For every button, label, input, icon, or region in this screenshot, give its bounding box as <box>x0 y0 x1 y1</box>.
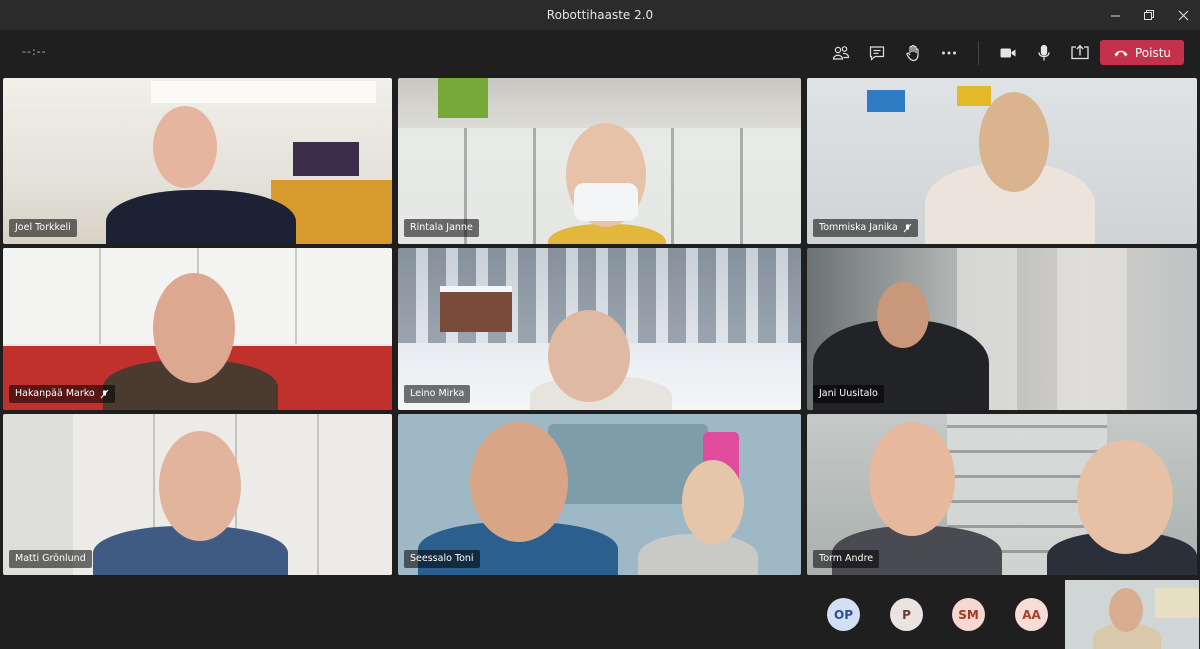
participant-avatar[interactable]: P <box>890 598 923 631</box>
participant-name-tag: Hakanpää Marko <box>9 385 115 403</box>
yellow-box <box>957 86 991 106</box>
video-tile[interactable]: Jani Uusitalo <box>807 248 1197 410</box>
window-title: Robottihaaste 2.0 <box>546 8 654 22</box>
video-tile[interactable]: Joel Torkkeli <box>3 78 392 244</box>
participants-icon[interactable] <box>826 40 856 66</box>
participant-name-tag: Seessalo Toni <box>404 550 480 568</box>
person-head <box>153 106 217 188</box>
title-bar: Robottihaaste 2.0 <box>0 0 1200 30</box>
wall-screen <box>293 142 359 176</box>
cabin <box>440 286 512 332</box>
microphone-icon[interactable] <box>1029 40 1059 66</box>
face-mask <box>574 183 638 221</box>
participant-name-tag: Tommiska Janika <box>813 219 918 237</box>
restore-icon[interactable] <box>1132 0 1166 30</box>
participant-name-tag: Rintala Janne <box>404 219 479 237</box>
hang-up-icon <box>1114 50 1128 56</box>
video-tile[interactable]: Tommiska Janika <box>807 78 1197 244</box>
person-head <box>979 92 1049 192</box>
meeting-controls <box>826 40 1095 66</box>
green-pillar <box>438 78 488 118</box>
person-head <box>1109 588 1143 632</box>
person-head <box>548 310 630 402</box>
video-tile[interactable]: Seessalo Toni <box>398 414 801 575</box>
person-head <box>470 422 568 542</box>
chat-icon[interactable] <box>862 40 892 66</box>
video-tile[interactable]: Rintala Janne <box>398 78 801 244</box>
person-head <box>682 460 744 544</box>
ceiling-light <box>151 81 376 103</box>
blue-box <box>867 90 905 112</box>
person-head <box>159 431 241 541</box>
camera-icon[interactable] <box>993 40 1023 66</box>
video-tile[interactable]: Hakanpää Marko <box>3 248 392 410</box>
person-head <box>1077 440 1173 554</box>
person-head <box>877 282 929 348</box>
person-head <box>153 273 235 383</box>
participant-avatar[interactable]: OP <box>827 598 860 631</box>
share-screen-icon[interactable] <box>1065 40 1095 66</box>
person-head <box>869 422 955 536</box>
minimize-icon[interactable] <box>1098 0 1132 30</box>
close-icon[interactable] <box>1166 0 1200 30</box>
person <box>106 190 296 244</box>
shelf <box>1155 588 1199 618</box>
leave-label: Poistu <box>1134 45 1172 60</box>
participant-name-tag: Torm Andre <box>813 550 880 568</box>
person <box>638 534 758 575</box>
muted-mic-icon <box>100 389 109 399</box>
leave-button[interactable]: Poistu <box>1100 40 1184 65</box>
meeting-timer: --:-- <box>22 45 47 58</box>
toolbar-divider <box>978 41 979 65</box>
participant-name-tag: Leino Mirka <box>404 385 471 403</box>
video-tile[interactable]: Matti Grönlund <box>3 414 392 575</box>
video-tile[interactable]: Leino Mirka <box>398 248 801 410</box>
more-icon[interactable] <box>934 40 964 66</box>
participant-name-tag: Joel Torkkeli <box>9 219 77 237</box>
participant-avatar[interactable]: SM <box>952 598 985 631</box>
self-video-preview[interactable] <box>1065 580 1199 649</box>
video-tile[interactable]: Torm Andre <box>807 414 1197 575</box>
participant-name-tag: Matti Grönlund <box>9 550 92 568</box>
meeting-toolbar: --:-- Poistu <box>0 30 1200 76</box>
window-controls <box>1098 0 1200 30</box>
raise-hand-icon[interactable] <box>898 40 928 66</box>
participant-name-tag: Jani Uusitalo <box>813 385 884 403</box>
participant-avatar[interactable]: AA <box>1015 598 1048 631</box>
muted-mic-icon <box>903 223 912 233</box>
blurred-window <box>1057 248 1127 410</box>
overflow-participants: OP P SM AA <box>0 577 1200 649</box>
